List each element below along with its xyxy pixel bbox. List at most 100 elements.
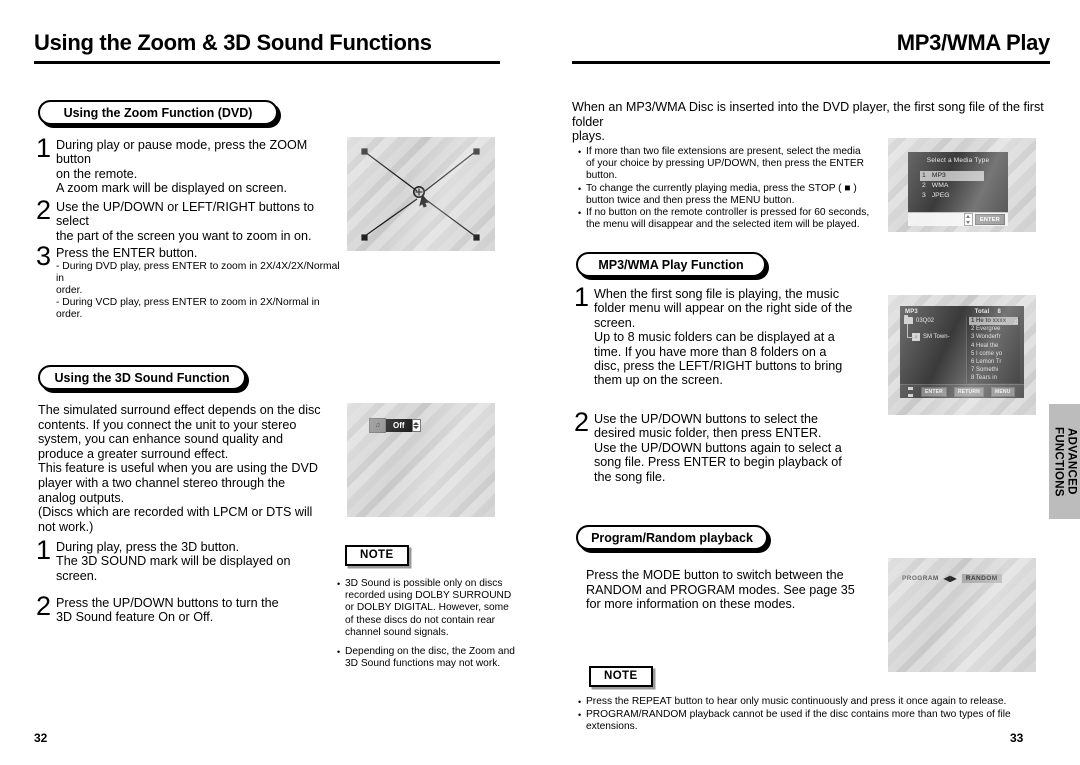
3d-sound-osd: ♫ Off — [369, 418, 421, 433]
step-line: time. If you have more than 8 folders on… — [594, 344, 827, 359]
subfolder-label: SM Town- — [923, 334, 950, 340]
media-type-option-mp3[interactable]: 1 MP3 — [920, 171, 984, 181]
option-label: JPEG — [931, 192, 950, 199]
track-label: Evergree — [976, 326, 1001, 333]
mp3-intro-bullets: • If more than two file extensions are p… — [578, 146, 873, 231]
enter-key-hint[interactable]: ENTER — [974, 214, 1005, 225]
step-body: During play or pause mode, press the ZOO… — [56, 138, 336, 196]
track-row[interactable]: 1 He to xxxx — [969, 317, 1018, 326]
select-media-type-dialog: Select a Media Type 1 MP3 2 WMA 3 JPEG — [908, 152, 1008, 212]
mp3-osd-body: 03Q02 ♪ SM Town- 1 He to xxxx 2 Evergree — [900, 315, 1024, 383]
mp3-browser-osd: MP3 Total 8 03Q02 ♪ SM Town- 1 He to xxx… — [900, 306, 1024, 398]
option-label: MP3 — [931, 172, 946, 179]
note-bullet-text: Depending on the disc, the Zoom and 3D S… — [345, 646, 515, 670]
track-row[interactable]: 3 Wonderfr — [969, 333, 1018, 341]
step-body: Press the UP/DOWN buttons to turn the 3D… — [56, 596, 279, 625]
track-label: Tears in — [975, 375, 997, 382]
track-row[interactable]: 6 Lemon Tr — [969, 358, 1018, 366]
return-key-hint[interactable]: RETURN — [953, 386, 984, 397]
step-line: 3D Sound feature On or Off. — [56, 610, 214, 625]
bullet-dot-icon: • — [337, 579, 341, 589]
manual-page-spread: Using the Zoom & 3D Sound Functions Usin… — [0, 0, 1080, 765]
music-note-icon: ♫ — [1013, 317, 1019, 326]
left-page-header: Using the Zoom & 3D Sound Functions — [34, 30, 500, 64]
track-label: Lemon Tr — [976, 359, 1002, 366]
bullet-line: or DOLBY DIGITAL. However, some — [345, 602, 509, 614]
track-label: He to xxxx — [976, 318, 1007, 324]
option-number: 3 — [922, 192, 926, 199]
bullet-dot-icon: • — [578, 208, 582, 219]
step-line: The 3D SOUND mark will be displayed on — [56, 554, 291, 569]
track-row[interactable]: 7 Somethi — [969, 366, 1018, 374]
folder-row[interactable]: 03Q02 — [904, 315, 966, 324]
left-note-bullets: • 3D Sound is possible only on discs rec… — [337, 578, 522, 671]
media-type-option-wma[interactable]: 2 WMA — [920, 181, 984, 191]
step-subnote: - During DVD play, press ENTER to zoom i… — [56, 261, 348, 321]
step-number: 2 — [574, 407, 590, 437]
track-list[interactable]: 1 He to xxxx 2 Evergree 3 Wonderfr 4 Hea… — [966, 317, 1020, 383]
track-number: 3 — [971, 334, 975, 341]
mp3-browser-screen: MP3 Total 8 03Q02 ♪ SM Town- 1 He to xxx… — [888, 295, 1036, 415]
track-number: 4 — [971, 342, 975, 349]
mp3-osd-header: MP3 Total 8 — [900, 306, 1024, 317]
track-row[interactable]: 8 Tears in — [969, 374, 1018, 382]
track-number: 8 — [971, 375, 975, 382]
step-line: them up on the screen. — [594, 373, 723, 388]
enter-key-hint[interactable]: ENTER — [921, 386, 947, 397]
media-dialog-title: Select a Media Type — [926, 157, 990, 164]
step-number: 1 — [574, 282, 590, 312]
track-label: Wonderfr — [976, 334, 1001, 341]
intro-line: analog outputs. — [38, 490, 125, 505]
right-note-badge: NOTE — [589, 666, 653, 687]
subnote-line: - During DVD play, press ENTER to zoom i… — [56, 261, 340, 285]
intro-bullet: • To change the currently playing media,… — [578, 183, 873, 207]
step-line: A zoom mark will be displayed on screen. — [56, 181, 287, 196]
bullet-line: channel sound signals. — [345, 626, 449, 638]
note-label: NOTE — [360, 549, 394, 561]
track-row[interactable]: 2 Evergree — [969, 325, 1018, 333]
right-page-header: MP3/WMA Play — [572, 30, 1050, 64]
step-line: Use the UP/DOWN buttons again to select … — [594, 440, 842, 455]
menu-key-hint[interactable]: MENU — [991, 386, 1015, 397]
folder-tree: 03Q02 ♪ SM Town- — [904, 315, 966, 383]
intro-bullet: • If more than two file extensions are p… — [578, 146, 873, 183]
track-number: 5 — [971, 350, 975, 357]
intro-line: produce a greater surround effect. — [38, 446, 229, 461]
zoom-step-3: 3 Press the ENTER button. - During DVD p… — [36, 241, 348, 321]
mp3-play-step-2: 2 Use the UP/DOWN buttons to select the … — [574, 407, 864, 484]
zoom-step-2: 2 Use the UP/DOWN or LEFT/RIGHT buttons … — [36, 197, 341, 243]
media-dialog-footer: ENTER — [908, 212, 1008, 226]
navigation-pad-icon — [906, 386, 914, 397]
banner-program-random-playback: Program/Random playback — [576, 525, 768, 550]
option-number: 1 — [922, 172, 926, 179]
step-line: disc, press the LEFT/RIGHT buttons to br… — [594, 359, 843, 374]
folder-label: 03Q02 — [916, 317, 935, 324]
step-number: 2 — [36, 591, 52, 621]
intro-line: This feature is useful when you are usin… — [38, 461, 319, 476]
mp3-total: Total 8 — [975, 309, 1019, 315]
track-row[interactable]: 5 I come yo — [969, 350, 1018, 358]
track-number: 6 — [971, 359, 975, 366]
step-line: on the remote. — [56, 166, 138, 181]
step-line: screen. — [594, 315, 636, 330]
3d-sound-value: Off — [386, 419, 412, 432]
total-label: Total — [974, 309, 990, 315]
note-label: NOTE — [604, 670, 638, 682]
bullet-dot-icon: • — [337, 647, 341, 658]
step-number: 3 — [36, 241, 52, 271]
track-label: Somethi — [976, 367, 999, 374]
media-type-option-jpeg[interactable]: 3 JPEG — [920, 191, 984, 201]
step-line: During play, press the 3D button. — [56, 540, 240, 554]
music-file-icon: ♪ — [912, 333, 920, 341]
left-note-badge: NOTE — [345, 545, 409, 566]
track-row[interactable]: 4 Heal the — [969, 342, 1018, 350]
para-line: RANDOM and PROGRAM modes. See page 35 — [586, 582, 855, 597]
note-bullet: • 3D Sound is possible only on discs rec… — [337, 578, 522, 639]
banner-label: Using the Zoom Function (DVD) — [63, 105, 253, 120]
step-line: During play or pause mode, press the ZOO… — [56, 138, 308, 167]
banner-label: MP3/WMA Play Function — [598, 257, 744, 272]
mp3-osd-footer: ENTER RETURN MENU — [900, 384, 1024, 398]
bullet-line: 3D Sound is possible only on discs — [345, 578, 503, 589]
program-random-paragraph: Press the MODE button to switch between … — [586, 568, 886, 612]
subfolder-row[interactable]: ♪ SM Town- — [907, 324, 966, 341]
